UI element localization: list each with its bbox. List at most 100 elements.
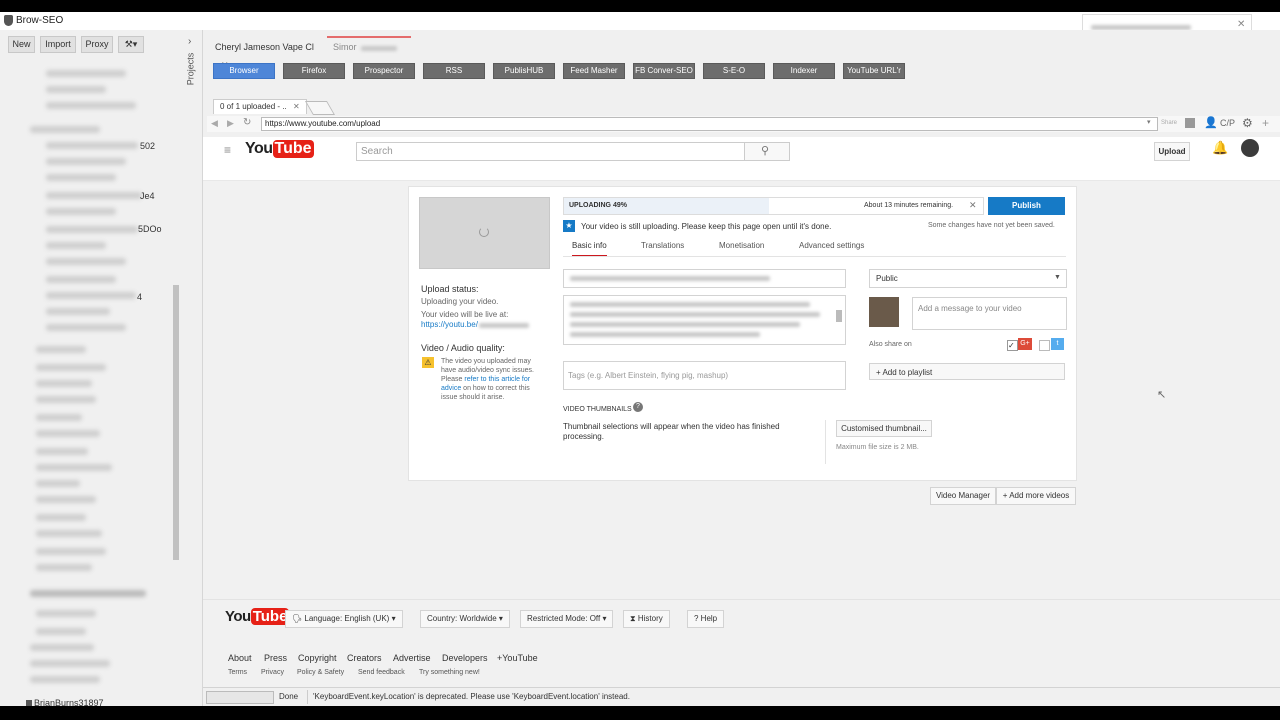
tree-item-fragment[interactable]: 4 — [137, 292, 142, 302]
prospector-tool-button[interactable]: Prospector — [353, 63, 415, 79]
footer-link-about[interactable]: About — [228, 653, 252, 663]
footer-youtube-logo[interactable]: You Tube — [225, 608, 290, 625]
cp-label[interactable]: C/P — [1220, 118, 1235, 128]
youtube-urlr-tool-button[interactable]: YouTube URL'r — [843, 63, 905, 79]
gear-icon[interactable]: ⚙ — [1242, 116, 1253, 130]
new-tab-button[interactable] — [304, 101, 336, 115]
back-icon[interactable]: ◀ — [211, 118, 218, 129]
loading-spinner-icon — [479, 227, 489, 237]
tools-icon[interactable]: ⚒▾ — [118, 36, 144, 53]
tags-input[interactable]: Tags (e.g. Albert Einstein, flying pig, … — [563, 361, 846, 390]
privacy-value: Public — [876, 274, 898, 283]
doc-tab-active[interactable]: Simor — [327, 36, 411, 56]
projects-label[interactable]: Projects — [185, 53, 195, 86]
cancel-upload-icon[interactable]: ✕ — [969, 200, 977, 211]
twitter-icon: t — [1051, 338, 1064, 350]
doc-tab-label: Cheryl Jameson Vape Cl — [215, 42, 314, 52]
footer-link-terms[interactable]: Terms — [228, 669, 247, 676]
reload-icon[interactable]: ↻ — [243, 117, 251, 128]
tab-translations[interactable]: Translations — [641, 241, 684, 250]
hamburger-icon[interactable]: ≡ — [224, 143, 231, 157]
footer-link-copyright[interactable]: Copyright — [298, 653, 337, 663]
footer-link-policy-safety[interactable]: Policy & Safety — [297, 669, 344, 676]
browser-tool-button[interactable]: Browser — [213, 63, 275, 79]
fb-converseo-tool-button[interactable]: FB Conver-SEO — [633, 63, 695, 79]
close-icon[interactable]: ✕ — [293, 102, 300, 111]
import-button[interactable]: Import — [40, 36, 76, 53]
tab-monetisation[interactable]: Monetisation — [719, 241, 764, 250]
url-dropdown-icon[interactable]: ▾ — [1147, 118, 1151, 126]
new-button[interactable]: New — [8, 36, 35, 53]
youtube-logo[interactable]: You Tube — [245, 140, 314, 158]
footer-link-press[interactable]: Press — [264, 653, 287, 663]
footer-link-try-new[interactable]: Try something new! — [419, 669, 480, 676]
country-label: Country: Worldwide — [427, 614, 497, 623]
bell-icon[interactable]: 🔔 — [1212, 140, 1228, 156]
help-icon[interactable]: ? — [633, 402, 643, 412]
seo-tool-button[interactable]: S-E-O — [703, 63, 765, 79]
publishub-tool-button[interactable]: PublisHUB — [493, 63, 555, 79]
projects-strip[interactable]: › Projects — [182, 30, 202, 130]
footer-link-creators[interactable]: Creators — [347, 653, 382, 663]
restricted-mode-button[interactable]: Restricted Mode: Off ▾ — [520, 610, 614, 628]
share-message-input[interactable]: Add a message to your video — [912, 297, 1067, 330]
footer-link-advertise[interactable]: Advertise — [393, 653, 431, 663]
user-icon[interactable]: 👤 — [1204, 116, 1218, 129]
search-button[interactable]: ⚲ — [744, 142, 790, 161]
quality-heading: Video / Audio quality: — [421, 343, 505, 353]
search-input[interactable]: Search — [356, 142, 750, 161]
add-more-videos-button[interactable]: + Add more videos — [996, 487, 1076, 505]
footer-link-send-feedback[interactable]: Send feedback — [358, 669, 405, 676]
publish-button[interactable]: Publish — [988, 197, 1065, 215]
upload-button[interactable]: Upload — [1154, 142, 1190, 161]
twitter-checkbox[interactable] — [1039, 340, 1050, 351]
video-link[interactable]: https://youtu.be/ — [421, 320, 478, 329]
tree-item-fragment[interactable]: 5DOo — [138, 224, 162, 234]
address-bar: ◀ ▶ ↻ https://www.youtube.com/upload ▾ S… — [207, 116, 1280, 132]
upload-status-text: Uploading your video. — [421, 297, 499, 306]
footer-link-privacy[interactable]: Privacy — [261, 669, 284, 676]
rss-tool-button[interactable]: RSS — [423, 63, 485, 79]
help-button[interactable]: ? Help — [687, 610, 725, 628]
share-label[interactable]: Share — [1161, 120, 1177, 126]
description-textarea[interactable] — [563, 295, 846, 345]
plus-icon[interactable]: + — [1262, 116, 1269, 130]
status-divider — [307, 690, 308, 704]
tree-item-fragment[interactable]: Je4 — [140, 191, 155, 201]
google-plus-checkbox[interactable]: ✓ — [1007, 340, 1018, 351]
custom-thumbnail-button[interactable]: Customised thumbnail... — [836, 420, 932, 437]
upload-progress-bar: UPLOADING 49% About 13 minutes remaining… — [563, 197, 984, 215]
search-icon: ⚲ — [761, 145, 770, 157]
firefox-tool-button[interactable]: Firefox — [283, 63, 345, 79]
url-input[interactable]: https://www.youtube.com/upload — [261, 117, 1158, 131]
browser-inner-tab[interactable]: 0 of 1 uploaded - .. ✕ — [213, 99, 307, 114]
tree-scrollbar[interactable] — [173, 285, 179, 560]
project-panel: New Import Proxy ⚒▾ 502 Je4 5DOo 4 Brian… — [0, 30, 203, 706]
footer-link-youtube-plus[interactable]: +YouTube — [497, 653, 538, 663]
tab-advanced-settings[interactable]: Advanced settings — [799, 241, 864, 250]
footer-link-developers[interactable]: Developers — [442, 653, 488, 663]
title-input[interactable] — [563, 269, 846, 288]
video-manager-button[interactable]: Video Manager — [930, 487, 996, 505]
close-icon[interactable]: ✕ — [1237, 19, 1245, 30]
textarea-scrollbar[interactable] — [836, 310, 842, 322]
add-to-playlist-button[interactable]: + Add to playlist — [869, 363, 1065, 380]
username-text: BrianBurns31897 — [34, 698, 104, 706]
tab-basic-info[interactable]: Basic info — [572, 241, 607, 257]
feed-masher-tool-button[interactable]: Feed Masher — [563, 63, 625, 79]
channel-avatar — [869, 297, 899, 327]
country-button[interactable]: Country: Worldwide ▾ — [420, 610, 510, 628]
history-button[interactable]: ⧗ History — [623, 610, 670, 628]
chevron-right-icon[interactable]: › — [188, 36, 191, 47]
indexer-tool-button[interactable]: Indexer — [773, 63, 835, 79]
save-icon[interactable] — [1185, 118, 1195, 128]
tree-item-fragment[interactable]: 502 — [140, 141, 155, 151]
avatar[interactable] — [1241, 139, 1259, 157]
language-button[interactable]: 🗣 Language: English (UK) ▾ — [285, 610, 403, 628]
doc-tab[interactable]: Cheryl Jameson Vape Cl ✕ — [215, 38, 327, 70]
upload-card: Upload status: Uploading your video. You… — [408, 186, 1077, 481]
privacy-select[interactable]: Public ▼ — [869, 269, 1067, 288]
progress-label: UPLOADING 49% — [569, 202, 627, 209]
proxy-button[interactable]: Proxy — [81, 36, 113, 53]
forward-icon[interactable]: ▶ — [227, 118, 234, 129]
